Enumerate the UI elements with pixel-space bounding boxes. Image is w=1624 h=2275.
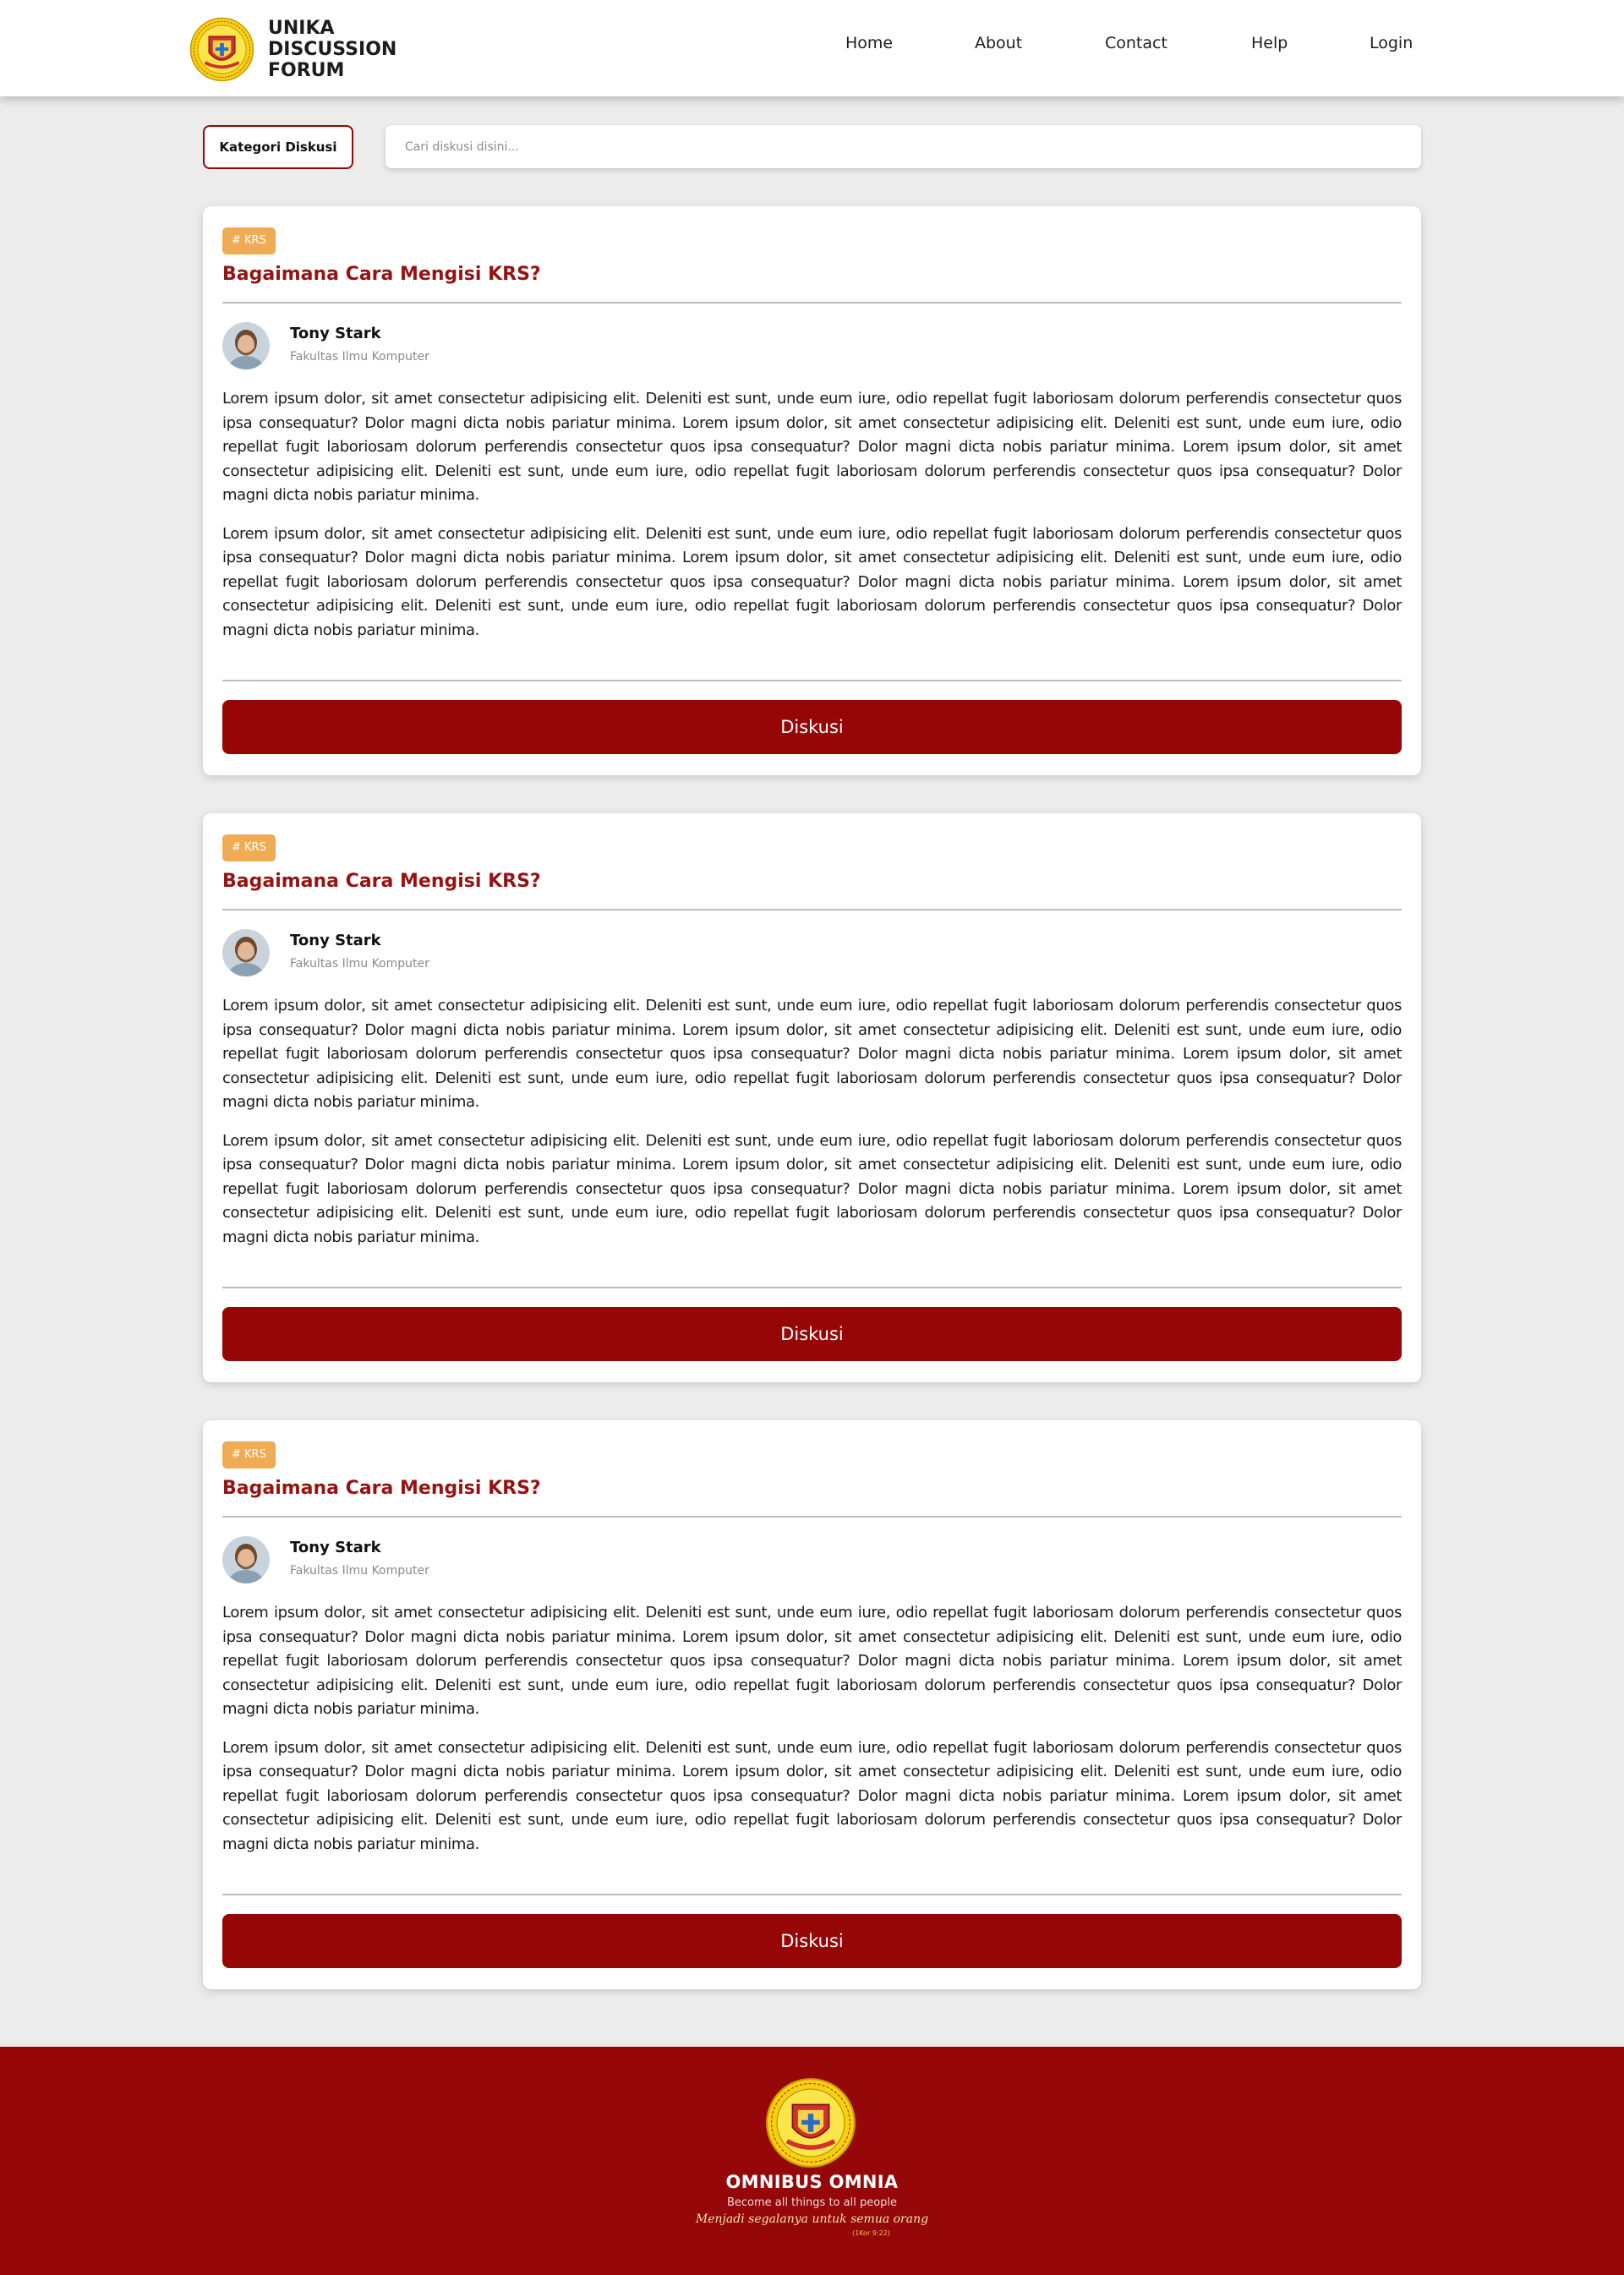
user-avatar-icon bbox=[222, 322, 270, 369]
nav-home[interactable]: Home bbox=[845, 34, 893, 52]
divider bbox=[222, 1287, 1402, 1288]
divider bbox=[222, 680, 1402, 681]
avatar bbox=[222, 929, 270, 976]
post-title[interactable]: Bagaimana Cara Mengisi KRS? bbox=[222, 1478, 541, 1499]
post-paragraph: Lorem ipsum dolor, sit amet consectetur … bbox=[222, 1738, 1402, 1853]
author-faculty: Fakultas Ilmu Komputer bbox=[290, 957, 429, 971]
post-body: Lorem ipsum dolor, sit amet consectetur … bbox=[222, 387, 1402, 657]
post-paragraph: Lorem ipsum dolor, sit amet consectetur … bbox=[222, 1131, 1402, 1246]
user-avatar-icon bbox=[222, 1536, 270, 1583]
author-name[interactable]: Tony Stark bbox=[290, 325, 381, 342]
post-card: # KRS Bagaimana Cara Mengisi KRS? Tony S… bbox=[203, 1420, 1421, 1989]
footer-motto-ref: (1Kor 9:22) bbox=[852, 2229, 890, 2237]
author-name[interactable]: Tony Stark bbox=[290, 1539, 381, 1556]
discuss-button[interactable]: Diskusi bbox=[222, 1307, 1402, 1361]
author-name[interactable]: Tony Stark bbox=[290, 932, 381, 949]
post-body: Lorem ipsum dolor, sit amet consectetur … bbox=[222, 994, 1402, 1264]
top-navbar: UNIKA DISCUSSION FORUM Home About Contac… bbox=[0, 0, 1624, 96]
footer-motto-en: Become all things to all people bbox=[726, 2196, 898, 2209]
discuss-button[interactable]: Diskusi bbox=[222, 700, 1402, 754]
main-nav: Home About Contact Help Login bbox=[0, 34, 1624, 59]
brand-title-line2: FORUM bbox=[268, 60, 345, 81]
post-paragraph: Lorem ipsum dolor, sit amet consectetur … bbox=[222, 997, 1402, 1111]
tag-badge[interactable]: # KRS bbox=[222, 227, 276, 254]
avatar bbox=[222, 322, 270, 369]
post-body: Lorem ipsum dolor, sit amet consectetur … bbox=[222, 1601, 1402, 1871]
author-faculty: Fakultas Ilmu Komputer bbox=[290, 350, 429, 364]
footer-motto: OMNIBUS OMNIA bbox=[725, 2172, 899, 2192]
tag-badge[interactable]: # KRS bbox=[222, 834, 276, 861]
search-input[interactable] bbox=[385, 125, 1421, 168]
nav-help[interactable]: Help bbox=[1251, 34, 1288, 52]
post-card: # KRS Bagaimana Cara Mengisi KRS? Tony S… bbox=[203, 813, 1421, 1382]
discuss-button[interactable]: Diskusi bbox=[222, 1914, 1402, 1968]
nav-contact[interactable]: Contact bbox=[1105, 34, 1167, 52]
footer-motto-id: Menjadi segalanya untuk semua orang bbox=[695, 2212, 929, 2226]
post-title[interactable]: Bagaimana Cara Mengisi KRS? bbox=[222, 264, 541, 285]
post-card: # KRS Bagaimana Cara Mengisi KRS? Tony S… bbox=[203, 206, 1421, 775]
divider bbox=[222, 1894, 1402, 1895]
divider bbox=[222, 302, 1402, 304]
tag-badge[interactable]: # KRS bbox=[222, 1441, 276, 1468]
category-button[interactable]: Kategori Diskusi bbox=[203, 125, 353, 169]
user-avatar-icon bbox=[222, 929, 270, 976]
unika-seal-logo-icon bbox=[766, 2078, 856, 2168]
post-paragraph: Lorem ipsum dolor, sit amet consectetur … bbox=[222, 390, 1402, 504]
author-faculty: Fakultas Ilmu Komputer bbox=[290, 1564, 429, 1578]
divider bbox=[222, 1516, 1402, 1518]
post-paragraph: Lorem ipsum dolor, sit amet consectetur … bbox=[222, 1604, 1402, 1718]
divider bbox=[222, 909, 1402, 911]
avatar bbox=[222, 1536, 270, 1583]
nav-about[interactable]: About bbox=[975, 34, 1022, 52]
footer: OMNIBUS OMNIA Become all things to all p… bbox=[0, 2047, 1624, 2275]
post-title[interactable]: Bagaimana Cara Mengisi KRS? bbox=[222, 871, 541, 892]
post-paragraph: Lorem ipsum dolor, sit amet consectetur … bbox=[222, 524, 1402, 639]
nav-login[interactable]: Login bbox=[1370, 34, 1413, 52]
